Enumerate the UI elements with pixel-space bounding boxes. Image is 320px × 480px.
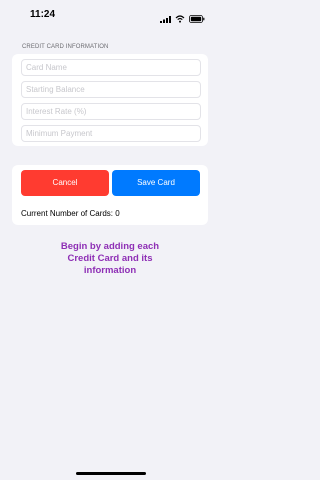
section-header: CREDIT CARD INFORMATION [22, 44, 109, 50]
cancel-button[interactable]: Cancel [21, 170, 109, 196]
instruction-message: Begin by adding each Credit Card and its… [60, 241, 160, 276]
interest-rate-field[interactable]: Interest Rate (%) [21, 103, 201, 120]
wifi-icon [175, 10, 185, 28]
battery-icon [189, 10, 205, 28]
save-card-button[interactable]: Save Card [112, 170, 200, 196]
status-time: 11:24 [30, 9, 56, 20]
status-bar: 11:24 [0, 0, 221, 30]
signal-icon [160, 10, 171, 28]
action-card: Cancel Save Card Current Number of Cards… [12, 165, 208, 225]
credit-card-form: Card Name Starting Balance Interest Rate… [12, 54, 208, 146]
starting-balance-field[interactable]: Starting Balance [21, 81, 201, 98]
status-icons [160, 10, 205, 28]
home-indicator[interactable] [76, 472, 146, 475]
minimum-payment-field[interactable]: Minimum Payment [21, 125, 201, 142]
card-name-field[interactable]: Card Name [21, 59, 201, 76]
card-count-label: Current Number of Cards: 0 [21, 209, 120, 218]
